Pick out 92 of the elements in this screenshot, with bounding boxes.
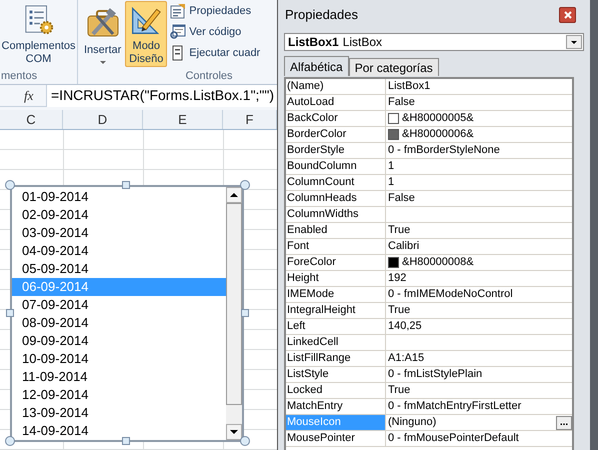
property-name[interactable]: MousePointer (286, 431, 386, 446)
close-button[interactable] (559, 7, 576, 23)
list-item[interactable]: 05-09-2014 (12, 260, 226, 278)
resize-handle[interactable] (240, 180, 250, 190)
property-name[interactable]: (Name) (286, 79, 386, 94)
property-name[interactable]: AutoLoad (286, 95, 386, 110)
property-value[interactable]: &H80000005& (402, 111, 572, 126)
resize-handle[interactable] (122, 437, 130, 445)
property-value[interactable]: Calibri (388, 239, 572, 254)
property-value[interactable]: 1 (388, 159, 572, 174)
property-value[interactable]: 0 - fmListStylePlain (388, 367, 572, 382)
tab[interactable]: Alfabética (284, 56, 349, 76)
list-item[interactable]: 11-09-2014 (12, 368, 226, 386)
resize-handle[interactable] (240, 436, 250, 446)
list-item[interactable]: 09-09-2014 (12, 332, 226, 350)
property-name[interactable]: ColumnHeads (286, 191, 386, 206)
property-value[interactable]: A1:A15 (388, 351, 572, 366)
property-name[interactable]: Font (286, 239, 386, 254)
scroll-down-button[interactable] (226, 424, 242, 440)
window-title: Propiedades (285, 6, 358, 24)
list-item[interactable]: 04-09-2014 (12, 242, 226, 260)
property-name[interactable]: ColumnCount (286, 175, 386, 190)
ribbon-button[interactable]: Propiedades (170, 1, 260, 21)
property-name[interactable]: BoundColumn (286, 159, 386, 174)
property-value[interactable]: 192 (388, 271, 572, 286)
ribbon-button[interactable]: Ver código (170, 22, 260, 42)
function-icon[interactable]: fx (24, 86, 46, 106)
list-item[interactable]: 10-09-2014 (12, 350, 226, 368)
resize-handle[interactable] (5, 180, 15, 190)
resize-handle[interactable] (122, 181, 130, 189)
close-icon (564, 11, 572, 19)
list-item[interactable]: 13-09-2014 (12, 404, 226, 422)
resize-handle[interactable] (241, 309, 249, 317)
ribbon-button[interactable]: Complementos COM (0, 1, 78, 67)
property-name[interactable]: Left (286, 319, 386, 334)
property-name[interactable]: Enabled (286, 223, 386, 238)
list-item[interactable]: 03-09-2014 (12, 224, 226, 242)
property-value[interactable]: ListBox1 (388, 79, 572, 94)
list-item[interactable]: 14-09-2014 (12, 422, 226, 440)
group-label: mentos (0, 69, 38, 84)
listbox[interactable]: 01-09-2014 02-09-2014 03-09-2014 04-09-2014 05-09-2014 06-09-2014 07-09-2014 08-09-2014 09-09-2014 10-09-2014 11-09-2014 12-09-2014 13-09-2014 14-09-2014 (10, 185, 244, 442)
property-value[interactable]: 0 - fmMatchEntryFirstLetter (388, 399, 572, 414)
column-header[interactable]: D (63, 110, 143, 129)
property-name[interactable]: Locked (286, 383, 386, 398)
property-name[interactable]: ForeColor (286, 255, 386, 270)
property-value[interactable]: True (388, 303, 572, 318)
tab[interactable]: Por categorías (348, 58, 439, 76)
list-item[interactable]: 01-09-2014 (12, 188, 226, 206)
column-header[interactable]: E (143, 110, 223, 129)
property-name[interactable]: ListFillRange (286, 351, 386, 366)
properties-icon (170, 3, 186, 19)
scroll-up-button[interactable] (226, 187, 242, 203)
property-value[interactable]: False (388, 95, 572, 110)
property-value[interactable]: True (388, 383, 572, 398)
property-name[interactable]: MatchEntry (286, 399, 386, 414)
property-name[interactable]: BorderColor (286, 127, 386, 142)
browse-button[interactable]: ... (556, 416, 572, 430)
property-name[interactable]: IntegralHeight (286, 303, 386, 318)
property-name[interactable]: BorderStyle (286, 143, 386, 158)
property-value[interactable]: &H80000008& (402, 255, 572, 270)
property-value[interactable]: 0 - fmBorderStyleNone (388, 143, 572, 158)
property-value[interactable]: 140,25 (388, 319, 572, 334)
scroll-thumb[interactable] (226, 203, 242, 405)
list-item[interactable]: 07-09-2014 (12, 296, 226, 314)
formula-field[interactable]: =INCRUSTAR("Forms.ListBox.1";"") (46, 84, 277, 106)
list-item[interactable]: 08-09-2014 (12, 314, 226, 332)
ribbon-button[interactable]: Ejecutar cuadr (170, 43, 260, 63)
resize-handle[interactable] (5, 436, 15, 446)
resize-handle[interactable] (6, 309, 14, 317)
property-name[interactable]: IMEMode (286, 287, 386, 302)
list-item[interactable]: 02-09-2014 (12, 206, 226, 224)
property-value[interactable]: 1 (388, 175, 572, 190)
dropdown-button[interactable] (566, 35, 582, 49)
property-name[interactable]: BackColor (286, 111, 386, 126)
property-value[interactable]: 0 - fmIMEModeNoControl (388, 287, 572, 302)
property-name[interactable]: LinkedCell (286, 335, 386, 350)
property-name[interactable]: ColumnWidths (286, 207, 386, 222)
group-label: Controles (185, 69, 233, 84)
ribbon-button[interactable]: Insertar (81, 1, 124, 67)
scrollbar[interactable] (226, 187, 242, 440)
property-value[interactable]: 0 - fmMousePointerDefault (388, 431, 572, 446)
property-value[interactable]: True (388, 223, 572, 238)
property-value[interactable]: &H80000006& (402, 127, 572, 142)
ribbon-button[interactable]: Modo Diseño (125, 1, 168, 67)
property-value[interactable]: (Ninguno) (388, 415, 553, 430)
property-name[interactable]: ListStyle (286, 367, 386, 382)
property-value[interactable]: False (388, 191, 572, 206)
column-header[interactable]: C (0, 110, 63, 129)
property-name[interactable]: Height (286, 271, 386, 286)
object-dropdown[interactable]: ListBox1 ListBox (284, 33, 584, 51)
list-item[interactable]: 12-09-2014 (12, 386, 226, 404)
code-window-icon (170, 24, 186, 40)
